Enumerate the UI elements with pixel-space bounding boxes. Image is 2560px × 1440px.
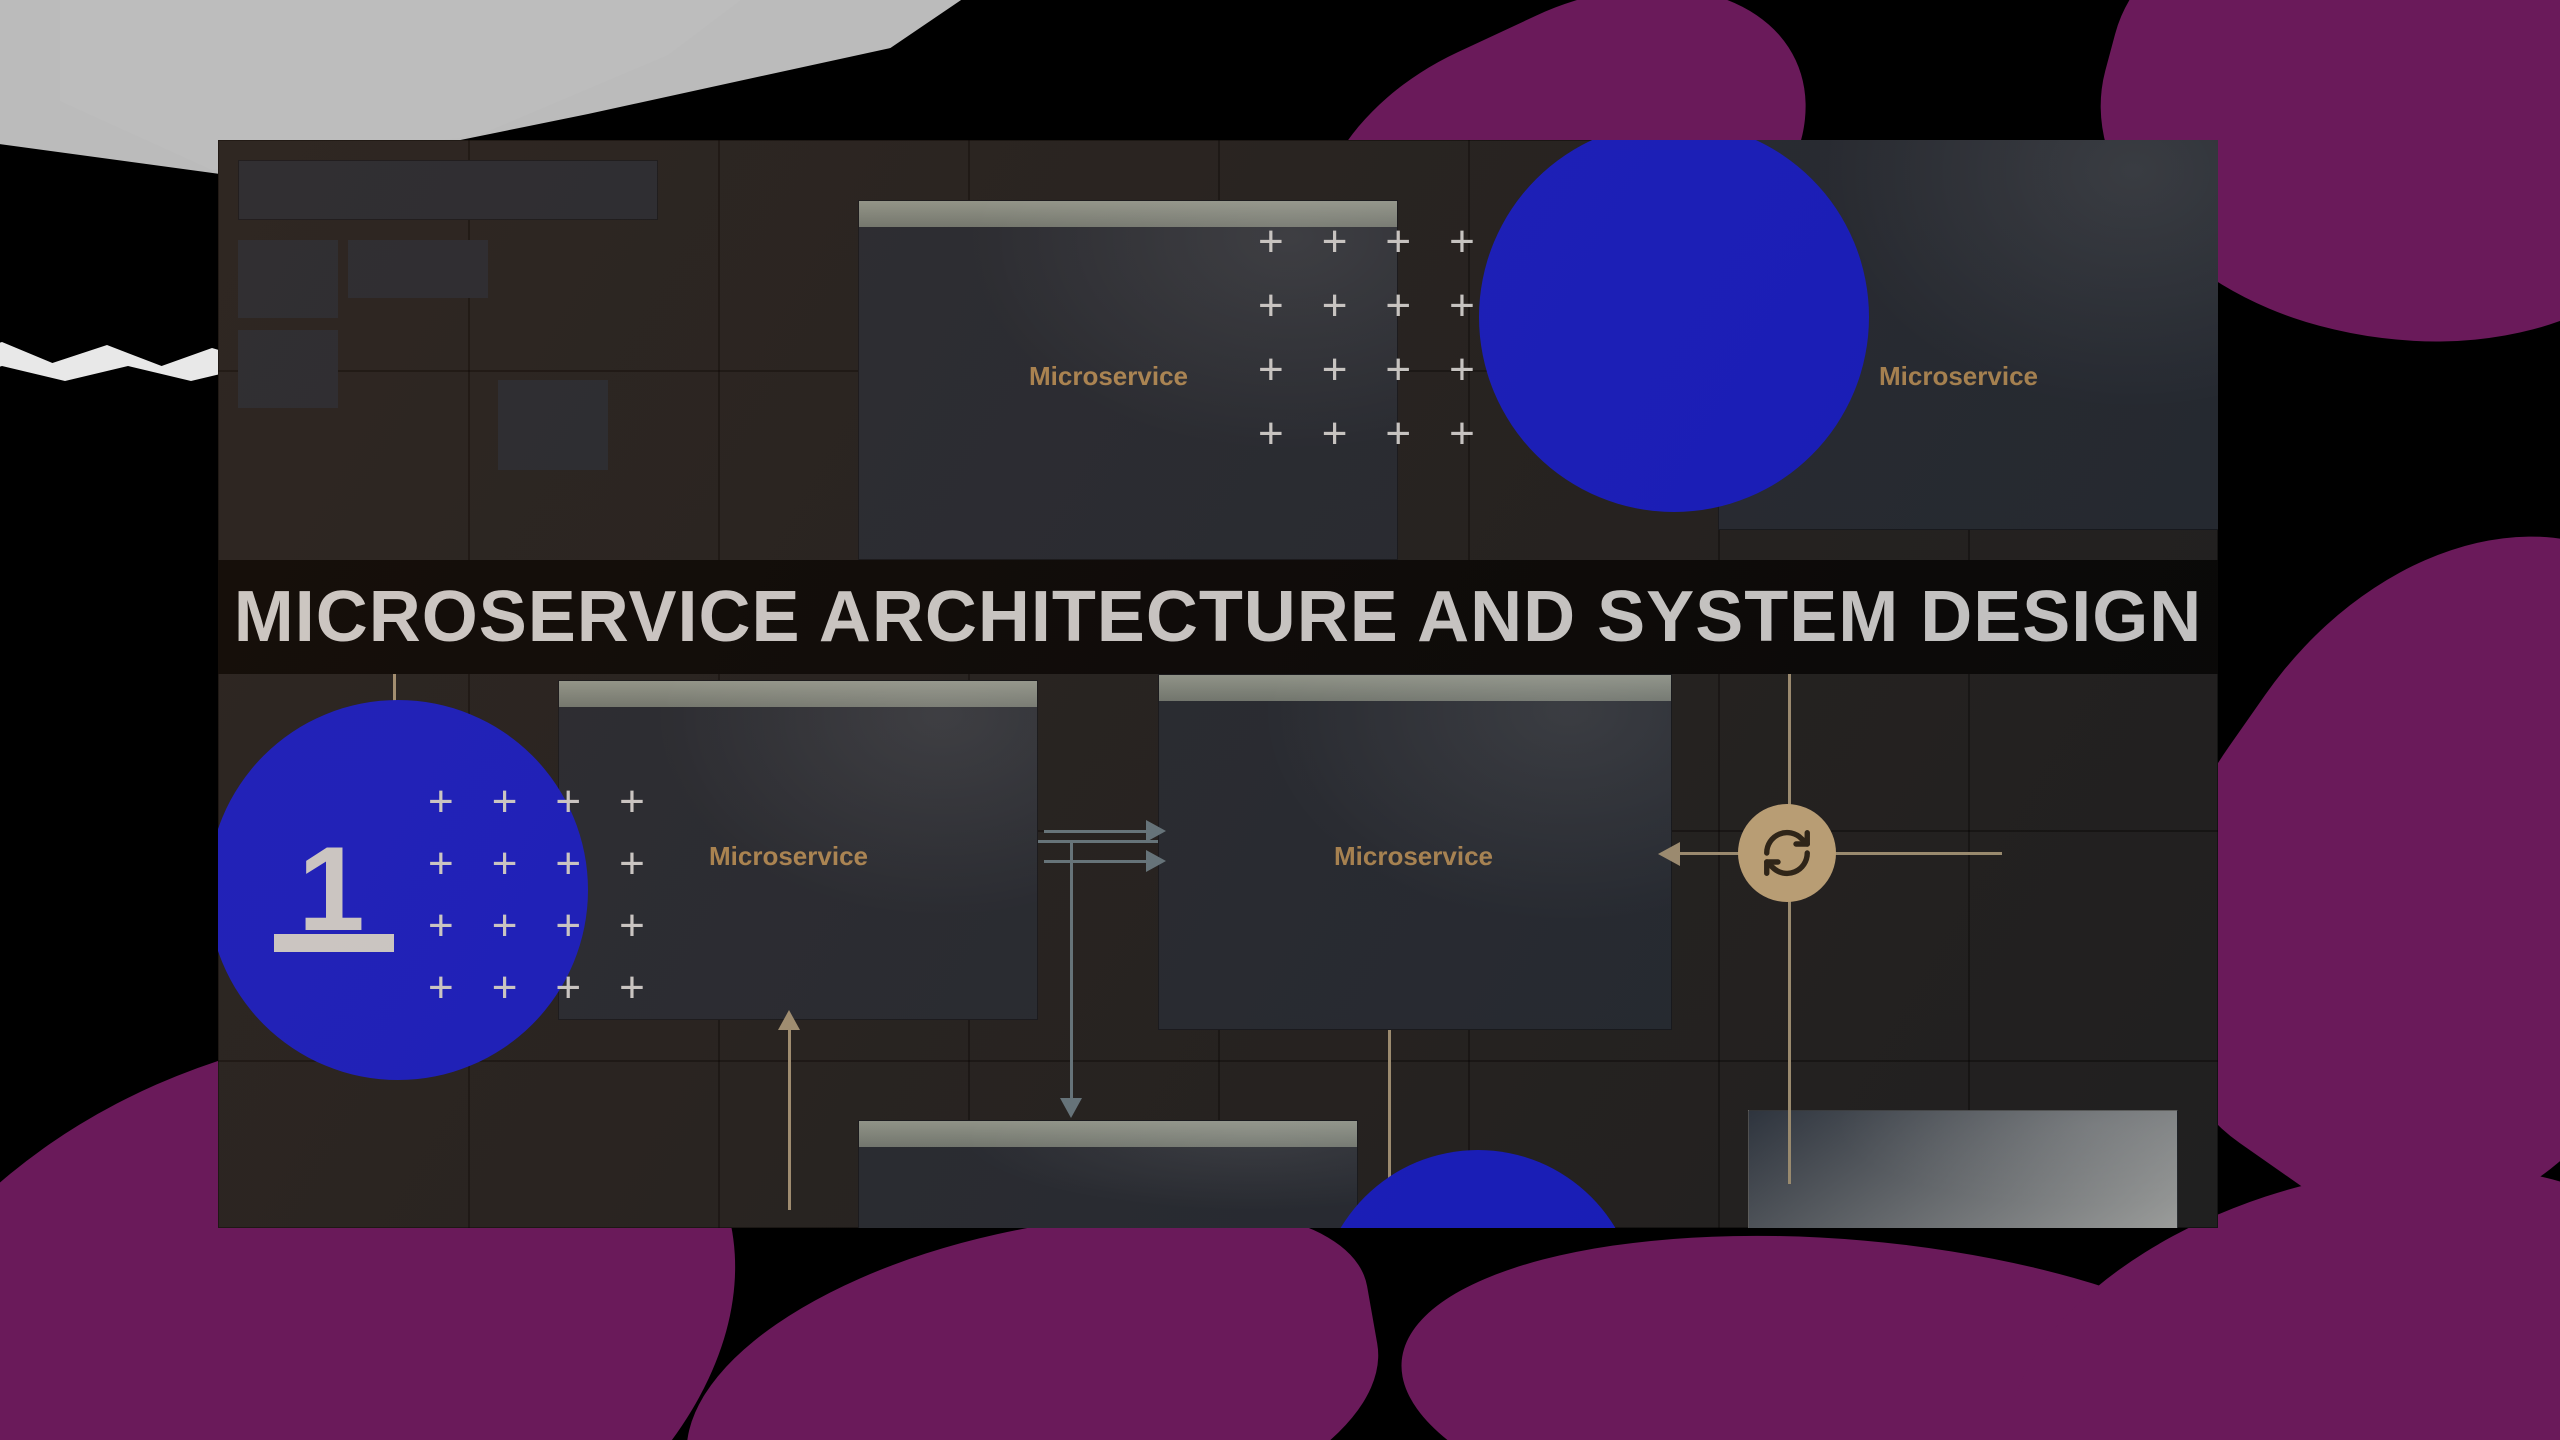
ui-panel bbox=[238, 160, 658, 220]
microservice-label: Microservice bbox=[709, 841, 868, 872]
title-bar: MICROSERVICE ARCHITECTURE AND SYSTEM DES… bbox=[218, 560, 2218, 674]
connector bbox=[1044, 830, 1150, 833]
accent-circle bbox=[1318, 1150, 1638, 1228]
diagram-card: Microservice Microservice Microservice M… bbox=[218, 140, 2218, 1228]
connector bbox=[788, 1020, 791, 1210]
connector bbox=[1788, 674, 1791, 1184]
plus-grid: ++++ ++++ ++++ ++++ bbox=[1258, 220, 1475, 476]
connector bbox=[1672, 852, 2002, 855]
microservice-box bbox=[858, 1120, 1358, 1228]
microservice-label: Microservice bbox=[1879, 361, 2038, 392]
arrow-up-icon bbox=[778, 1010, 800, 1030]
accent-circle bbox=[1479, 140, 1869, 512]
microservice-label: Microservice bbox=[1334, 841, 1493, 872]
connector bbox=[1044, 860, 1150, 863]
stage: Microservice Microservice Microservice M… bbox=[0, 0, 2560, 1440]
microservice-label: Microservice bbox=[1029, 361, 1188, 392]
arrow-right-icon bbox=[1146, 820, 1166, 842]
connector bbox=[1038, 840, 1158, 843]
page-title: MICROSERVICE ARCHITECTURE AND SYSTEM DES… bbox=[234, 576, 2203, 658]
badge-number: 1 bbox=[298, 820, 365, 958]
arrow-right-icon bbox=[1146, 850, 1166, 872]
plus-grid: ++++ ++++ ++++ ++++ bbox=[428, 780, 645, 1028]
arrow-down-icon bbox=[1060, 1098, 1082, 1118]
microservice-box: Microservice bbox=[1158, 674, 1672, 1030]
connector bbox=[1070, 840, 1073, 1110]
arrow-left-icon bbox=[1658, 842, 1680, 866]
sync-icon bbox=[1738, 804, 1836, 902]
ui-panel bbox=[1748, 1110, 2178, 1228]
